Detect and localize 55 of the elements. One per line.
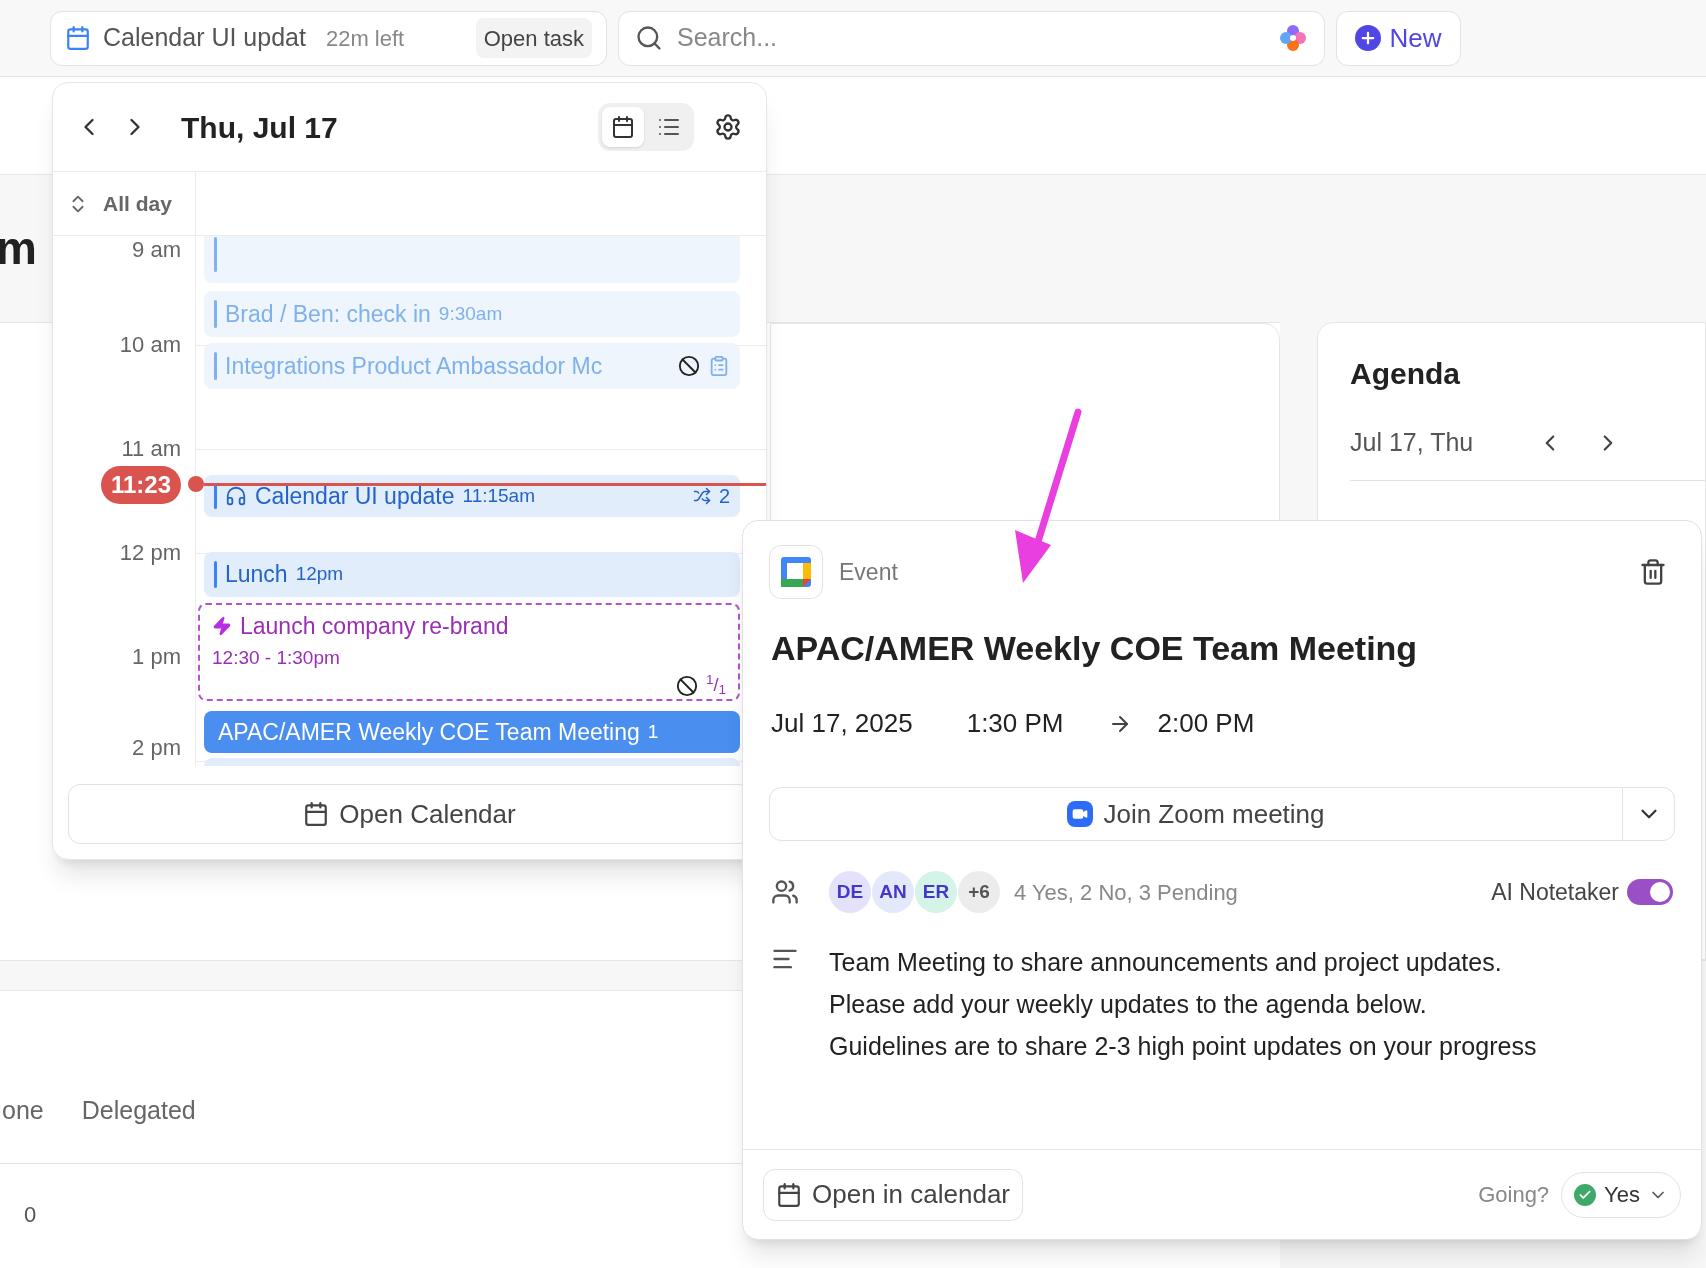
notetaker-label: AI Notetaker [1491, 877, 1619, 907]
search-field[interactable]: Search... [618, 10, 1325, 66]
event-title: APAC/AMER Weekly COE Team Meeting [218, 717, 640, 747]
more-attendees[interactable]: +6 [958, 871, 1000, 913]
hour-label: 1 pm [132, 645, 181, 669]
attendee-avatar[interactable]: AN [872, 871, 914, 913]
agenda-date: Jul 17, Thu [1350, 427, 1474, 458]
description-text: Please add your weekly updates to the agenda below. [829, 989, 1428, 1020]
current-time-badge: 11:23 [100, 466, 181, 504]
tab[interactable]: one [2, 1091, 44, 1129]
end-time: 2:00 PM [1157, 707, 1255, 740]
description-text: Team Meeting to share announcements and project updates. [829, 947, 1503, 978]
open-in-calendar-button[interactable]: Open in calendar [763, 1168, 1024, 1221]
hour-label: 9 am [132, 238, 181, 262]
event-date: Jul 17, 2025 [771, 707, 913, 740]
calendar-date-title: Thu, Jul 17 [181, 109, 338, 146]
task-title: Calendar UI updat [103, 22, 306, 54]
agenda-title: Agenda [1350, 356, 1461, 392]
event-time: 9:30am [438, 301, 503, 326]
task-time: 12:30 - 1:30pm [212, 645, 341, 670]
hour-label: 2 pm [132, 736, 181, 760]
open-task-button[interactable]: Open task [475, 18, 592, 58]
tab[interactable]: Delegated [81, 1091, 196, 1129]
event-time: 11:15am [462, 483, 535, 508]
subtask-count: 2 [718, 484, 730, 509]
calendar-event[interactable]: APAC/AMER Weekly COE Team Meeting 1 [204, 711, 740, 753]
new-button[interactable]: New [1336, 10, 1461, 66]
event-title: APAC/AMER Weekly COE Team Meeting [771, 628, 1419, 669]
join-zoom-button[interactable]: Join Zoom meeting [770, 788, 1622, 840]
calendar-event[interactable]: Calendar UI update 11:15am 2 [204, 475, 740, 517]
event-title: Integrations Product Ambassador Mc [225, 351, 603, 381]
start-time: 1:30 PM [966, 707, 1064, 740]
attendee-avatar[interactable]: ER [915, 871, 957, 913]
table-cell-text: 0 [24, 1200, 37, 1229]
task-title: Launch company re-brand [240, 612, 509, 641]
event-title: Calendar UI update [255, 481, 455, 511]
attendee-avatar[interactable]: DE [829, 871, 871, 913]
time-left: 22m left [325, 24, 405, 53]
task-count: $^{1}$/$_{1}$ [705, 672, 726, 699]
task-block[interactable]: Launch company re-brand 12:30 - 1:30pm $^{1}$/$_{1}$ [198, 603, 740, 701]
event-title: Lunch [225, 560, 288, 590]
all-day-label: All day [103, 190, 172, 217]
search-input[interactable]: Search... [677, 19, 1264, 57]
event-time: 12pm [295, 562, 344, 587]
hour-label: 11 am [121, 437, 181, 461]
hour-label: 10 am [119, 333, 181, 357]
rsvp-summary: 4 Yes, 2 No, 3 Pending [1014, 878, 1238, 907]
event-type-label: Event [839, 557, 898, 587]
calendar-event[interactable]: Lunch 12pm [204, 552, 740, 597]
description-text: Guidelines are to share 2-3 high point updates on your progress [829, 1031, 1537, 1062]
hour-label: 12 pm [119, 541, 181, 565]
event-time: 1 [647, 719, 659, 744]
event-title: Brad / Ben: check in [225, 299, 431, 329]
going-label: Going? [1478, 1181, 1550, 1209]
current-task-bar[interactable]: Calendar UI updat 22m left Open task [50, 10, 607, 66]
